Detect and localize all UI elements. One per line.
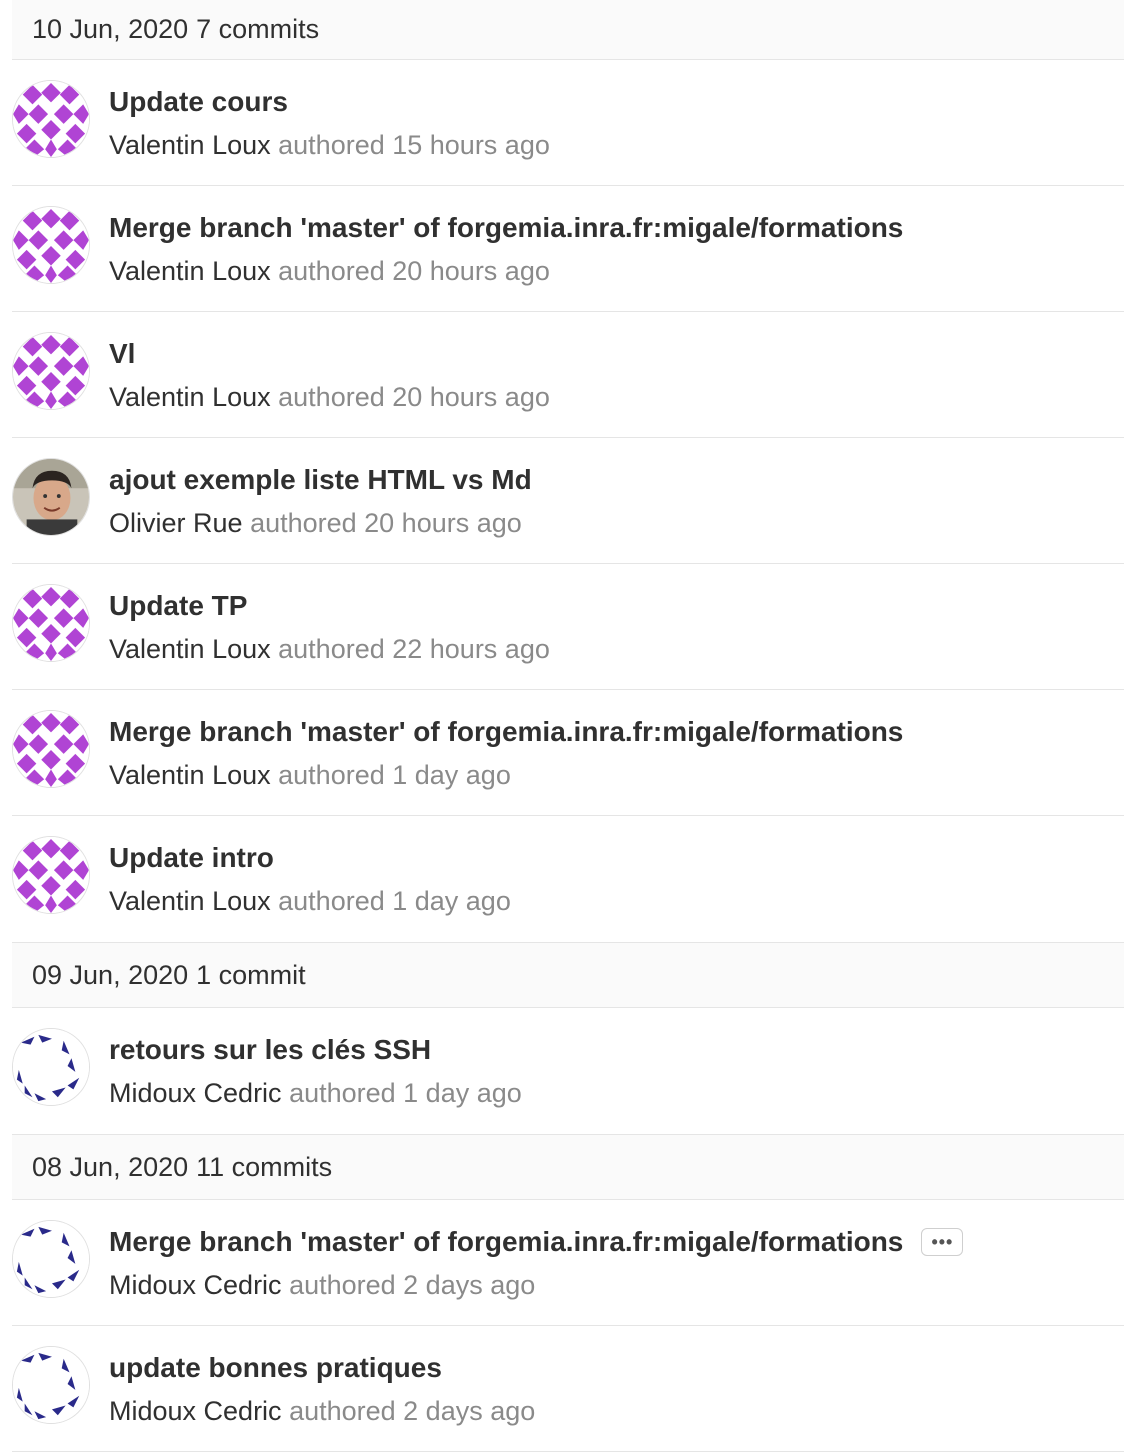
day-commit-count: 11 commits bbox=[196, 1151, 333, 1182]
commit-meta: Valentin Loux authored 20 hours ago bbox=[109, 256, 550, 287]
commit-author-link[interactable]: Midoux Cedric bbox=[109, 1078, 282, 1108]
commit-author-link[interactable]: Midoux Cedric bbox=[109, 1396, 282, 1426]
identicon-blue-svg bbox=[13, 1029, 89, 1105]
day-date: 10 Jun, 2020 bbox=[32, 14, 189, 44]
commit-meta: Midoux Cedric authored 1 day ago bbox=[109, 1078, 522, 1109]
commit-time: authored 20 hours ago bbox=[250, 508, 522, 538]
commit-title-link[interactable]: retours sur les clés SSH bbox=[109, 1034, 431, 1066]
commit-title-link[interactable]: Vl bbox=[109, 338, 135, 370]
commit-title-link[interactable]: update bonnes pratiques bbox=[109, 1352, 442, 1384]
commit-title-row: Merge branch 'master' of forgemia.inra.f… bbox=[109, 716, 903, 748]
toggle-commit-description-button[interactable]: ••• bbox=[921, 1228, 964, 1256]
commit-title-link[interactable]: Merge branch 'master' of forgemia.inra.f… bbox=[109, 212, 903, 244]
commit-time: authored 1 day ago bbox=[289, 1078, 522, 1108]
commit-title-row: Update intro bbox=[109, 842, 274, 874]
commit-time: authored 1 day ago bbox=[278, 760, 511, 790]
author-avatar[interactable] bbox=[12, 332, 90, 410]
commit-meta: Valentin Loux authored 20 hours ago bbox=[109, 382, 550, 413]
commit-meta: Olivier Rue authored 20 hours ago bbox=[109, 508, 522, 539]
commit-row: Update intro Valentin Loux authored 1 da… bbox=[12, 816, 1124, 942]
commit-title-row: update bonnes pratiques bbox=[109, 1352, 442, 1384]
commit-time: authored 2 days ago bbox=[289, 1270, 536, 1300]
commit-meta: Valentin Loux authored 15 hours ago bbox=[109, 130, 550, 161]
commit-title-row: retours sur les clés SSH bbox=[109, 1034, 431, 1066]
author-avatar[interactable] bbox=[12, 836, 90, 914]
commit-meta: Valentin Loux authored 1 day ago bbox=[109, 760, 511, 791]
commit-row: retours sur les clés SSH Midoux Cedric a… bbox=[12, 1008, 1124, 1134]
author-avatar[interactable] bbox=[12, 206, 90, 284]
commit-row: update bonnes pratiques Midoux Cedric au… bbox=[12, 1326, 1124, 1452]
commit-row: Merge branch 'master' of forgemia.inra.f… bbox=[12, 690, 1124, 816]
commit-title-link[interactable]: Merge branch 'master' of forgemia.inra.f… bbox=[109, 716, 903, 748]
day-header: 09 Jun, 2020 1 commit bbox=[12, 942, 1124, 1008]
identicon-purple-svg bbox=[13, 81, 89, 157]
photo-avatar-svg bbox=[13, 459, 89, 535]
identicon-purple-svg bbox=[13, 711, 89, 787]
day-header: 10 Jun, 2020 7 commits bbox=[12, 0, 1124, 60]
commit-author-link[interactable]: Valentin Loux bbox=[109, 634, 271, 664]
commit-list: 10 Jun, 2020 7 commits Update cours Vale bbox=[12, 0, 1124, 1452]
commit-title-link[interactable]: Update intro bbox=[109, 842, 274, 874]
commit-title-link[interactable]: Merge branch 'master' of forgemia.inra.f… bbox=[109, 1226, 903, 1258]
day-commit-count: 7 commits bbox=[196, 14, 320, 44]
identicon-blue-svg bbox=[13, 1347, 89, 1423]
commit-author-link[interactable]: Valentin Loux bbox=[109, 130, 271, 160]
commit-author-link[interactable]: Valentin Loux bbox=[109, 760, 271, 790]
commit-author-link[interactable]: Midoux Cedric bbox=[109, 1270, 282, 1300]
commit-time: authored 1 day ago bbox=[278, 886, 511, 916]
day-commit-count: 1 commit bbox=[196, 959, 306, 990]
commit-row: Update TP Valentin Loux authored 22 hour… bbox=[12, 564, 1124, 690]
commit-title-row: ajout exemple liste HTML vs Md bbox=[109, 464, 532, 496]
commit-title-link[interactable]: Update TP bbox=[109, 590, 247, 622]
commit-row: ajout exemple liste HTML vs Md Olivier R… bbox=[12, 438, 1124, 564]
commit-title-row: Update TP bbox=[109, 590, 247, 622]
identicon-purple-svg bbox=[13, 585, 89, 661]
author-avatar[interactable] bbox=[12, 1346, 90, 1424]
commit-author-link[interactable]: Valentin Loux bbox=[109, 886, 271, 916]
commit-title-link[interactable]: Update cours bbox=[109, 86, 288, 118]
commit-title-row: Merge branch 'master' of forgemia.inra.f… bbox=[109, 1226, 964, 1258]
day-header: 08 Jun, 2020 11 commits bbox=[12, 1134, 1124, 1200]
author-avatar[interactable] bbox=[12, 1220, 90, 1298]
commit-title-row: Vl bbox=[109, 338, 135, 370]
commit-title-row: Update cours bbox=[109, 86, 288, 118]
author-avatar[interactable] bbox=[12, 1028, 90, 1106]
commit-row: Merge branch 'master' of forgemia.inra.f… bbox=[12, 186, 1124, 312]
author-avatar[interactable] bbox=[12, 710, 90, 788]
commit-title-link[interactable]: ajout exemple liste HTML vs Md bbox=[109, 464, 532, 496]
commit-author-link[interactable]: Olivier Rue bbox=[109, 508, 243, 538]
identicon-purple-svg bbox=[13, 837, 89, 913]
commit-meta: Midoux Cedric authored 2 days ago bbox=[109, 1396, 535, 1427]
commit-time: authored 22 hours ago bbox=[278, 634, 550, 664]
commit-row: Vl Valentin Loux authored 20 hours ago bbox=[12, 312, 1124, 438]
identicon-purple-svg bbox=[13, 333, 89, 409]
day-date: 08 Jun, 2020 bbox=[32, 1151, 189, 1182]
author-avatar[interactable] bbox=[12, 80, 90, 158]
commit-time: authored 2 days ago bbox=[289, 1396, 536, 1426]
commit-meta: Valentin Loux authored 22 hours ago bbox=[109, 634, 550, 665]
author-avatar[interactable] bbox=[12, 458, 90, 536]
identicon-blue-svg bbox=[13, 1221, 89, 1297]
commit-meta: Valentin Loux authored 1 day ago bbox=[109, 886, 511, 917]
day-date: 09 Jun, 2020 bbox=[32, 959, 189, 990]
commit-row: Merge branch 'master' of forgemia.inra.f… bbox=[12, 1200, 1124, 1326]
commit-author-link[interactable]: Valentin Loux bbox=[109, 382, 271, 412]
commit-meta: Midoux Cedric authored 2 days ago bbox=[109, 1270, 535, 1301]
commit-time: authored 20 hours ago bbox=[278, 382, 550, 412]
commit-time: authored 20 hours ago bbox=[278, 256, 550, 286]
identicon-purple-svg bbox=[13, 207, 89, 283]
commit-row: Update cours Valentin Loux authored 15 h… bbox=[12, 60, 1124, 186]
author-avatar[interactable] bbox=[12, 584, 90, 662]
commit-title-row: Merge branch 'master' of forgemia.inra.f… bbox=[109, 212, 903, 244]
commit-author-link[interactable]: Valentin Loux bbox=[109, 256, 271, 286]
commit-time: authored 15 hours ago bbox=[278, 130, 550, 160]
